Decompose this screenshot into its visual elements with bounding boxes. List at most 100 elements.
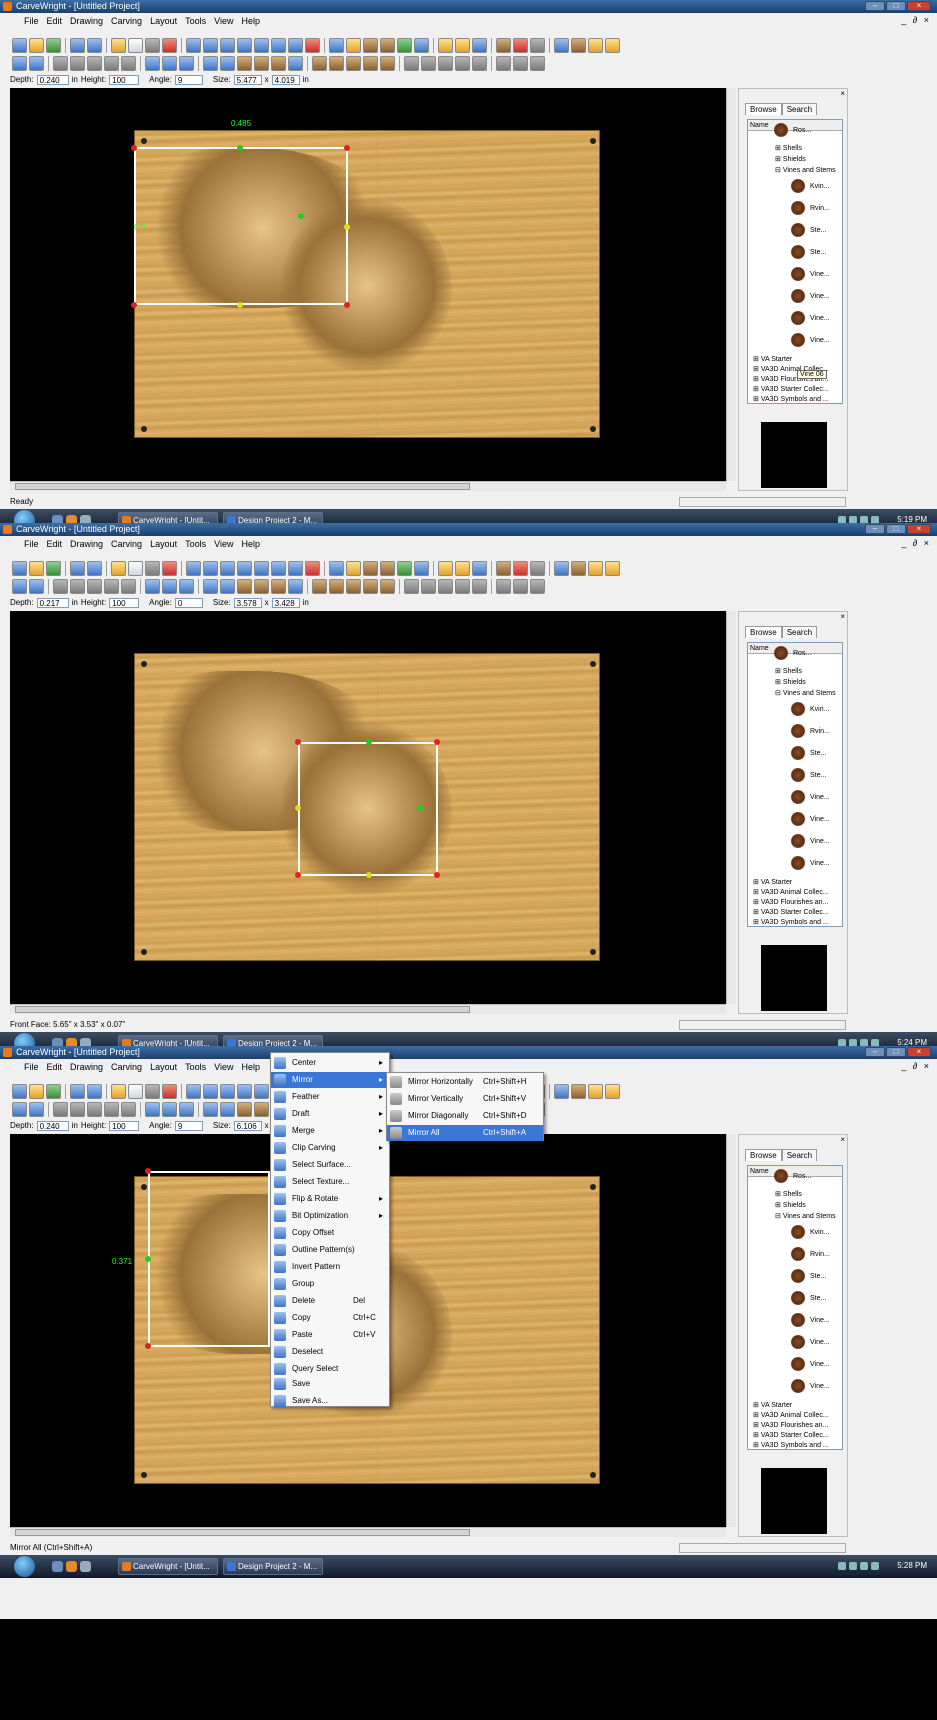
toolbar-tool-icon[interactable] — [104, 1101, 119, 1117]
edge-handle[interactable] — [366, 872, 372, 878]
tree-item[interactable]: ⊞ VA3D Flourishes an... — [753, 1421, 828, 1429]
toolbar-tool-icon[interactable] — [186, 560, 201, 576]
rotate-handle[interactable] — [298, 213, 304, 219]
vertical-scrollbar[interactable] — [726, 611, 736, 1004]
tab-search[interactable]: Search — [781, 626, 818, 638]
toolbar-tool-icon[interactable] — [128, 1083, 143, 1099]
menu-item[interactable]: Tools — [185, 16, 206, 26]
tree-item[interactable]: Ros... — [793, 1173, 811, 1180]
tree-item[interactable]: Vine... — [810, 271, 830, 278]
toolbar-tool-icon[interactable] — [237, 37, 252, 53]
angle-field[interactable]: 9 — [174, 1120, 203, 1131]
tree-item[interactable]: ⊟ Vines and Stems — [775, 689, 836, 697]
toolbar-tool-icon[interactable] — [254, 1083, 269, 1099]
toolbar-tool-icon[interactable] — [513, 37, 528, 53]
tree-item[interactable]: Rvin... — [810, 205, 830, 212]
quicklaunch-icon[interactable] — [66, 1561, 77, 1572]
toolbar-tool-icon[interactable] — [329, 55, 344, 71]
horizontal-scrollbar[interactable] — [10, 481, 726, 491]
edge-handle[interactable] — [344, 224, 350, 230]
toolbar-tool-icon[interactable] — [513, 55, 528, 71]
context-menu-item[interactable]: Feather ▸ — [271, 1089, 389, 1105]
menu-item[interactable]: View — [214, 539, 233, 549]
taskbar-item-design-project[interactable]: Design Project 2 - M... — [223, 1558, 323, 1575]
tray-icon[interactable] — [871, 1562, 879, 1570]
toolbar-tool-icon[interactable] — [237, 578, 252, 594]
toolbar-tool-icon[interactable] — [329, 37, 344, 53]
resize-handle[interactable] — [131, 145, 137, 151]
maximize-button[interactable]: □ — [886, 524, 906, 534]
toolbar-tool-icon[interactable] — [571, 1083, 586, 1099]
toolbar-tool-icon[interactable] — [605, 1083, 620, 1099]
toolbar-tool-icon[interactable] — [53, 578, 68, 594]
toolbar-tool-icon[interactable] — [254, 578, 269, 594]
toolbar-tool-icon[interactable] — [46, 560, 61, 576]
toolbar-tool-icon[interactable] — [104, 55, 119, 71]
toolbar-tool-icon[interactable] — [203, 560, 218, 576]
toolbar-tool-icon[interactable] — [186, 37, 201, 53]
toolbar-tool-icon[interactable] — [121, 55, 136, 71]
start-button[interactable] — [14, 1556, 35, 1577]
toolbar-tool-icon[interactable] — [605, 560, 620, 576]
tab-search[interactable]: Search — [781, 103, 818, 115]
toolbar-tool-icon[interactable] — [288, 578, 303, 594]
toolbar-tool-icon[interactable] — [380, 578, 395, 594]
toolbar-tool-icon[interactable] — [363, 560, 378, 576]
toolbar-tool-icon[interactable] — [87, 55, 102, 71]
toolbar-tool-icon[interactable] — [46, 37, 61, 53]
toolbar-tool-icon[interactable] — [46, 1083, 61, 1099]
design-canvas[interactable] — [10, 88, 726, 481]
toolbar-tool-icon[interactable] — [513, 560, 528, 576]
taskbar-item-carvewright[interactable]: CarveWright - [Untit... — [118, 1558, 218, 1575]
mdi-controls[interactable]: _ ∂ × — [901, 15, 931, 25]
rotate-handle[interactable] — [417, 805, 423, 811]
context-menu-item[interactable]: Deselect — [271, 1344, 389, 1360]
scroll-thumb[interactable] — [15, 483, 470, 490]
tray-icon[interactable] — [860, 1562, 868, 1570]
context-menu-item[interactable]: Merge ▸ — [271, 1123, 389, 1139]
toolbar-tool-icon[interactable] — [312, 55, 327, 71]
tab-search[interactable]: Search — [781, 1149, 818, 1161]
toolbar-tool-icon[interactable] — [87, 1083, 102, 1099]
size-height-field[interactable]: 3.428 — [271, 597, 300, 608]
pattern-tree[interactable]: Name Ros... ⊞ Shells ⊞ Shields ⊟ Vines and S… — [747, 119, 843, 404]
size-width-field[interactable]: 6.106 — [233, 1120, 262, 1131]
tree-item[interactable]: Ste... — [810, 227, 826, 234]
mirror-menu-item[interactable]: Mirror Vertically Ctrl+Shift+V — [387, 1091, 543, 1107]
toolbar-tool-icon[interactable] — [104, 578, 119, 594]
menu-item[interactable]: Carving — [111, 16, 142, 26]
size-width-field[interactable]: 5.477 — [233, 74, 262, 85]
rotate-handle[interactable] — [366, 739, 372, 745]
toolbar-tool-icon[interactable] — [53, 55, 68, 71]
toolbar-tool-icon[interactable] — [220, 55, 235, 71]
toolbar-tool-icon[interactable] — [220, 560, 235, 576]
tree-item[interactable]: ⊞ VA3D Flourishes an... — [753, 898, 828, 906]
toolbar-tool-icon[interactable] — [305, 560, 320, 576]
menu-item[interactable]: Layout — [150, 16, 177, 26]
tree-item[interactable]: ⊞ VA3D Symbols and ... — [753, 918, 829, 926]
toolbar-tool-icon[interactable] — [29, 1083, 44, 1099]
resize-handle[interactable] — [145, 1343, 151, 1349]
toolbar-tool-icon[interactable] — [455, 55, 470, 71]
tree-item[interactable]: Vine... — [810, 860, 830, 867]
toolbar-tool-icon[interactable] — [530, 55, 545, 71]
toolbar-tool-icon[interactable] — [472, 37, 487, 53]
menu-item[interactable]: Tools — [185, 1062, 206, 1072]
toolbar-tool-icon[interactable] — [237, 560, 252, 576]
toolbar-tool-icon[interactable] — [111, 1083, 126, 1099]
tree-item[interactable]: Ste... — [810, 1273, 826, 1280]
toolbar-tool-icon[interactable] — [588, 37, 603, 53]
size-width-field[interactable]: 3.578 — [233, 597, 262, 608]
menu-item[interactable]: File — [24, 16, 39, 26]
toolbar-tool-icon[interactable] — [496, 37, 511, 53]
toolbar-tool-icon[interactable] — [288, 560, 303, 576]
toolbar-tool-icon[interactable] — [121, 578, 136, 594]
context-menu-item[interactable]: Paste Ctrl+V — [271, 1327, 389, 1343]
tree-item[interactable]: ⊞ Shields — [775, 678, 806, 686]
tab-browse[interactable]: Browse — [745, 626, 782, 638]
toolbar-tool-icon[interactable] — [496, 55, 511, 71]
pattern-tree[interactable]: Name Ros... ⊞ Shells ⊞ Shields ⊟ Vines and S… — [747, 1165, 843, 1450]
tray-icon[interactable] — [849, 1562, 857, 1570]
toolbar-tool-icon[interactable] — [87, 1101, 102, 1117]
horizontal-scrollbar[interactable] — [10, 1004, 726, 1014]
